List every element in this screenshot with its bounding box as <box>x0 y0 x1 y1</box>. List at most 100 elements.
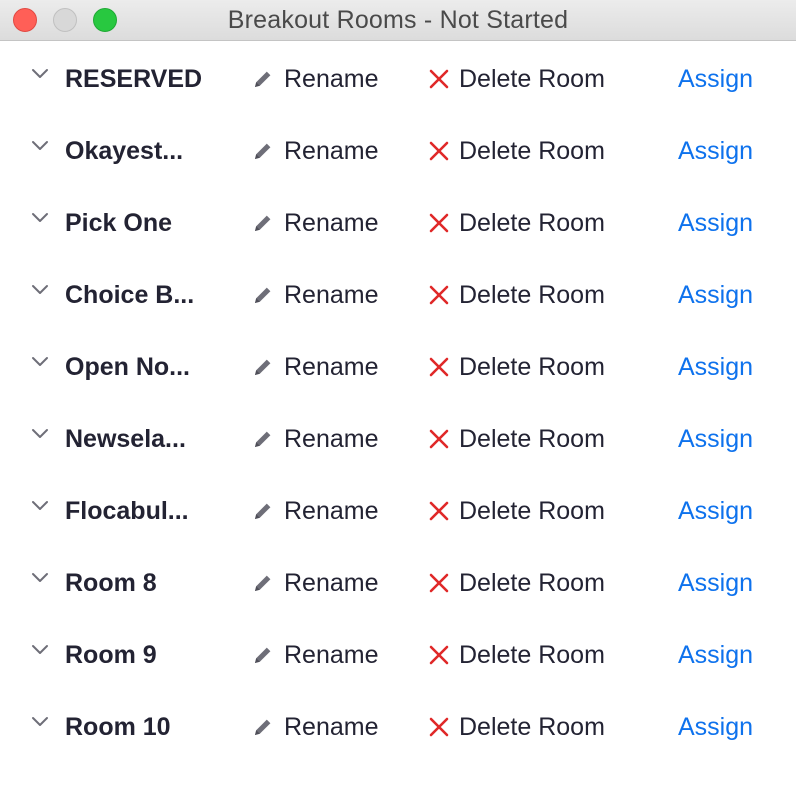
pencil-icon <box>255 719 271 735</box>
pencil-icon <box>255 431 271 447</box>
rename-label: Rename <box>284 208 379 237</box>
chevron-down-icon[interactable] <box>30 643 50 657</box>
delete-room-button[interactable]: Delete Room <box>428 546 605 618</box>
delete-room-button[interactable]: Delete Room <box>428 690 605 762</box>
assign-link[interactable]: Assign <box>678 114 753 186</box>
x-icon <box>429 285 449 304</box>
assign-link[interactable]: Assign <box>678 186 753 258</box>
rename-label: Rename <box>284 496 379 525</box>
delete-room-button[interactable]: Delete Room <box>428 474 605 546</box>
rename-button[interactable]: Rename <box>252 42 379 114</box>
rename-button[interactable]: Rename <box>252 474 379 546</box>
chevron-down-icon[interactable] <box>30 139 50 153</box>
assign-link[interactable]: Assign <box>678 42 753 114</box>
rename-label: Rename <box>284 136 379 165</box>
room-row-3: Pick One Rename Delete Room Assign <box>0 186 796 258</box>
room-name: Room 9 <box>65 641 157 669</box>
x-icon <box>429 501 449 520</box>
assign-link[interactable]: Assign <box>678 690 753 762</box>
delete-room-button[interactable]: Delete Room <box>428 186 605 258</box>
rename-label: Rename <box>284 640 379 669</box>
pencil-icon <box>255 503 271 519</box>
x-icon <box>429 69 449 88</box>
rename-label: Rename <box>284 712 379 741</box>
delete-room-button[interactable]: Delete Room <box>428 402 605 474</box>
x-icon <box>429 717 449 736</box>
delete-room-label: Delete Room <box>459 712 605 741</box>
pencil-icon <box>255 143 271 159</box>
rename-label: Rename <box>284 568 379 597</box>
assign-link[interactable]: Assign <box>678 618 753 690</box>
delete-room-label: Delete Room <box>459 424 605 453</box>
chevron-down-icon[interactable] <box>30 427 50 441</box>
chevron-down-icon[interactable] <box>30 283 50 297</box>
rename-label: Rename <box>284 64 379 93</box>
room-name: RESERVED <box>65 65 203 93</box>
delete-room-button[interactable]: Delete Room <box>428 618 605 690</box>
delete-room-label: Delete Room <box>459 496 605 525</box>
room-row-6: Newsela... Rename Delete Room Assign <box>0 402 796 474</box>
delete-room-button[interactable]: Delete Room <box>428 258 605 330</box>
delete-room-label: Delete Room <box>459 640 605 669</box>
rename-button[interactable]: Rename <box>252 258 379 330</box>
chevron-down-icon[interactable] <box>30 355 50 369</box>
rename-button[interactable]: Rename <box>252 690 379 762</box>
x-icon <box>429 573 449 592</box>
pencil-icon <box>255 575 271 591</box>
room-list: RESERVED Rename Delete Room Assign Okaye… <box>0 42 796 762</box>
room-row-1: RESERVED Rename Delete Room Assign <box>0 42 796 114</box>
room-row-10: Room 10 Rename Delete Room Assign <box>0 690 796 762</box>
delete-room-button[interactable]: Delete Room <box>428 42 605 114</box>
room-row-9: Room 9 Rename Delete Room Assign <box>0 618 796 690</box>
rename-button[interactable]: Rename <box>252 186 379 258</box>
room-row-8: Room 8 Rename Delete Room Assign <box>0 546 796 618</box>
room-name: Okayest... <box>65 137 184 165</box>
rename-button[interactable]: Rename <box>252 546 379 618</box>
room-name: Choice B... <box>65 281 195 309</box>
pencil-icon <box>255 71 271 87</box>
chevron-down-icon[interactable] <box>30 211 50 225</box>
x-icon <box>429 645 449 664</box>
rename-button[interactable]: Rename <box>252 402 379 474</box>
room-name: Room 10 <box>65 713 171 741</box>
x-icon <box>429 141 449 160</box>
assign-link[interactable]: Assign <box>678 402 753 474</box>
assign-link[interactable]: Assign <box>678 258 753 330</box>
chevron-down-icon[interactable] <box>30 571 50 585</box>
rename-label: Rename <box>284 352 379 381</box>
pencil-icon <box>255 215 271 231</box>
assign-link[interactable]: Assign <box>678 474 753 546</box>
assign-link[interactable]: Assign <box>678 330 753 402</box>
breakout-rooms-window: Breakout Rooms - Not Started RESERVED Re… <box>0 0 796 800</box>
x-icon <box>429 429 449 448</box>
title-bar[interactable]: Breakout Rooms - Not Started <box>0 0 796 41</box>
chevron-down-icon[interactable] <box>30 715 50 729</box>
room-name: Pick One <box>65 209 172 237</box>
delete-room-label: Delete Room <box>459 280 605 309</box>
room-name: Flocabul... <box>65 497 189 525</box>
rename-button[interactable]: Rename <box>252 330 379 402</box>
delete-room-button[interactable]: Delete Room <box>428 330 605 402</box>
room-row-7: Flocabul... Rename Delete Room Assign <box>0 474 796 546</box>
rename-button[interactable]: Rename <box>252 618 379 690</box>
room-row-5: Open No... Rename Delete Room Assign <box>0 330 796 402</box>
delete-room-label: Delete Room <box>459 136 605 165</box>
window-title: Breakout Rooms - Not Started <box>227 6 569 34</box>
pencil-icon <box>255 647 271 663</box>
room-name: Open No... <box>65 353 190 381</box>
pencil-icon <box>255 359 271 375</box>
room-row-2: Okayest... Rename Delete Room Assign <box>0 114 796 186</box>
chevron-down-icon[interactable] <box>30 499 50 513</box>
delete-room-label: Delete Room <box>459 208 605 237</box>
pencil-icon <box>255 287 271 303</box>
rename-label: Rename <box>284 280 379 309</box>
delete-room-label: Delete Room <box>459 64 605 93</box>
delete-room-button[interactable]: Delete Room <box>428 114 605 186</box>
delete-room-label: Delete Room <box>459 568 605 597</box>
chevron-down-icon[interactable] <box>30 67 50 81</box>
rename-button[interactable]: Rename <box>252 114 379 186</box>
delete-room-label: Delete Room <box>459 352 605 381</box>
room-row-4: Choice B... Rename Delete Room Assign <box>0 258 796 330</box>
assign-link[interactable]: Assign <box>678 546 753 618</box>
rename-label: Rename <box>284 424 379 453</box>
